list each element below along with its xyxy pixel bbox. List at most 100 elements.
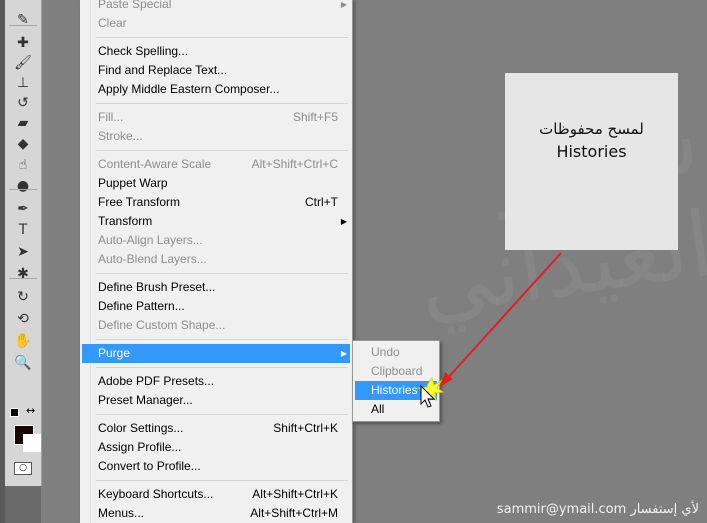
edit-menu: Paste Special ▶ Clear Check Spelling... Find… [80, 0, 353, 523]
menu-item-label: Free Transform [98, 195, 181, 209]
eyedropper-icon[interactable]: ✎ [5, 10, 41, 30]
submenu-arrow-icon: ▶ [340, 349, 347, 358]
menu-item-label: Define Brush Preset... [98, 280, 216, 294]
menu-item-menus[interactable]: Menus... Alt+Shift+Ctrl+M [82, 504, 350, 523]
menu-item-clear: Clear [82, 14, 350, 33]
submenu-item-histories[interactable]: Histories [355, 381, 437, 400]
pen-icon[interactable]: ✒ [5, 199, 41, 219]
menu-item-label: Puppet Warp [98, 176, 168, 190]
menu-separator [96, 367, 348, 368]
path-selection-icon[interactable]: ➤ [5, 242, 41, 262]
dodge-icon[interactable]: ● [5, 176, 41, 196]
menu-item-define-custom-shape: Define Custom Shape... [82, 316, 350, 335]
menu-item-label: Color Settings... [98, 421, 184, 435]
menu-item-adobe-pdf-presets[interactable]: Adobe PDF Presets... [82, 372, 350, 391]
eraser-icon[interactable]: ▰ [5, 113, 41, 133]
menu-item-label: Apply Middle Eastern Composer... [98, 82, 280, 96]
menu-item-label: Menus... [98, 506, 145, 520]
menu-item-color-settings[interactable]: Color Settings... Shift+Ctrl+K [82, 419, 350, 438]
callout-box: لمسح محفوظات Histories [505, 73, 678, 250]
menu-item-label: Fill... [98, 110, 124, 124]
menu-item-auto-align-layers: Auto-Align Layers... [82, 231, 350, 250]
submenu-item-all[interactable]: All [355, 400, 437, 419]
menu-item-label: Assign Profile... [98, 440, 182, 454]
menu-item-label: Content-Aware Scale [98, 157, 212, 171]
menu-item-label: Transform [98, 214, 153, 228]
purge-submenu: Undo Clipboard Histories All [352, 340, 440, 422]
menu-item-shortcut: Alt+Shift+Ctrl+M [250, 506, 338, 520]
menu-separator [96, 339, 348, 340]
submenu-item-label: Clipboard [371, 364, 423, 378]
submenu-item-clipboard: Clipboard [355, 362, 437, 381]
submenu-item-label: Histories [371, 383, 418, 397]
menu-item-label: Convert to Profile... [98, 459, 201, 473]
healing-brush-icon[interactable]: ✚ [5, 33, 41, 53]
callout-arabic: لمسح محفوظات [539, 120, 644, 138]
3d-orbit-icon[interactable]: ⟲ [5, 309, 41, 329]
tools-panel: ↔ ○ ✎ ✚ 🖌 ⊥ ↺ ▰ ◆ ☝ ● ✒ T ➤ ✱ ↻ ⟲ ✋ 🔍 [5, 0, 42, 486]
menu-item-shortcut: Shift+Ctrl+K [273, 421, 338, 435]
menu-item-label: Auto-Align Layers... [98, 233, 203, 247]
callout-english: Histories [556, 142, 627, 161]
menu-separator [96, 37, 348, 38]
background-color-swatch[interactable] [23, 434, 41, 452]
tool-separator [9, 189, 37, 190]
menu-item-shortcut: Alt+Shift+Ctrl+C [251, 157, 338, 171]
menu-item-paste-special: Paste Special ▶ [82, 0, 350, 14]
tool-separator [9, 278, 37, 279]
clone-stamp-icon[interactable]: ⊥ [5, 73, 41, 93]
zoom-icon[interactable]: 🔍 [5, 353, 41, 373]
menu-item-label: Auto-Blend Layers... [98, 252, 207, 266]
type-icon[interactable]: T [5, 220, 41, 240]
quick-mask-icon[interactable]: ○ [14, 462, 32, 475]
history-brush-icon[interactable]: ↺ [5, 93, 41, 113]
menu-item-label: Adobe PDF Presets... [98, 374, 215, 388]
menu-item-label: Preset Manager... [98, 393, 193, 407]
tool-separator [9, 25, 37, 26]
menu-separator [96, 103, 348, 104]
menu-item-label: Paste Special [98, 0, 172, 11]
menu-item-define-brush-preset[interactable]: Define Brush Preset... [82, 278, 350, 297]
menu-item-shortcut: Ctrl+T [305, 195, 338, 209]
custom-shape-icon[interactable]: ✱ [5, 264, 41, 284]
3d-rotate-icon[interactable]: ↻ [5, 287, 41, 307]
menu-item-fill: Fill... Shift+F5 [82, 108, 350, 127]
menu-item-purge[interactable]: Purge ▶ [82, 344, 350, 363]
toolbar-bottom [5, 486, 41, 523]
menu-item-label: Stroke... [98, 129, 143, 143]
menu-item-check-spelling[interactable]: Check Spelling... [82, 42, 350, 61]
menu-item-free-transform[interactable]: Free Transform Ctrl+T [82, 193, 350, 212]
menu-item-label: Define Custom Shape... [98, 318, 226, 332]
paint-bucket-icon[interactable]: ◆ [5, 134, 41, 154]
submenu-item-label: All [371, 402, 385, 416]
smudge-icon[interactable]: ☝ [5, 155, 41, 175]
submenu-item-undo: Undo [355, 343, 437, 362]
menu-item-apply-middle-eastern-composer[interactable]: Apply Middle Eastern Composer... [82, 80, 350, 99]
menu-item-find-and-replace-text[interactable]: Find and Replace Text... [82, 61, 350, 80]
hand-icon[interactable]: ✋ [5, 331, 41, 351]
menu-item-content-aware-scale: Content-Aware Scale Alt+Shift+Ctrl+C [82, 155, 350, 174]
menu-item-label: Define Pattern... [98, 299, 185, 313]
menu-item-label: Keyboard Shortcuts... [98, 487, 214, 501]
default-colors-icon[interactable] [10, 408, 19, 417]
menu-item-puppet-warp[interactable]: Puppet Warp [82, 174, 350, 193]
menu-item-define-pattern[interactable]: Define Pattern... [82, 297, 350, 316]
menu-item-convert-to-profile[interactable]: Convert to Profile... [82, 457, 350, 476]
footer-contact: sammir@ymail.com لأي إستفسار [496, 502, 699, 517]
swap-colors-icon[interactable]: ↔ [26, 404, 35, 417]
brush-icon[interactable]: 🖌 [5, 53, 41, 73]
menu-item-assign-profile[interactable]: Assign Profile... [82, 438, 350, 457]
arrowhead-icon [440, 372, 453, 387]
menu-separator [96, 150, 348, 151]
menu-item-transform[interactable]: Transform ▶ [82, 212, 350, 231]
menu-separator [96, 414, 348, 415]
menu-item-keyboard-shortcuts[interactable]: Keyboard Shortcuts... Alt+Shift+Ctrl+K [82, 485, 350, 504]
menu-item-label: Check Spelling... [98, 44, 189, 58]
submenu-arrow-icon: ▶ [340, 217, 347, 226]
menu-separator [96, 273, 348, 274]
menu-item-auto-blend-layers: Auto-Blend Layers... [82, 250, 350, 269]
menu-item-preset-manager[interactable]: Preset Manager... [82, 391, 350, 410]
menu-item-shortcut: Alt+Shift+Ctrl+K [252, 487, 338, 501]
menu-separator [96, 480, 348, 481]
menu-item-label: Clear [98, 16, 127, 30]
